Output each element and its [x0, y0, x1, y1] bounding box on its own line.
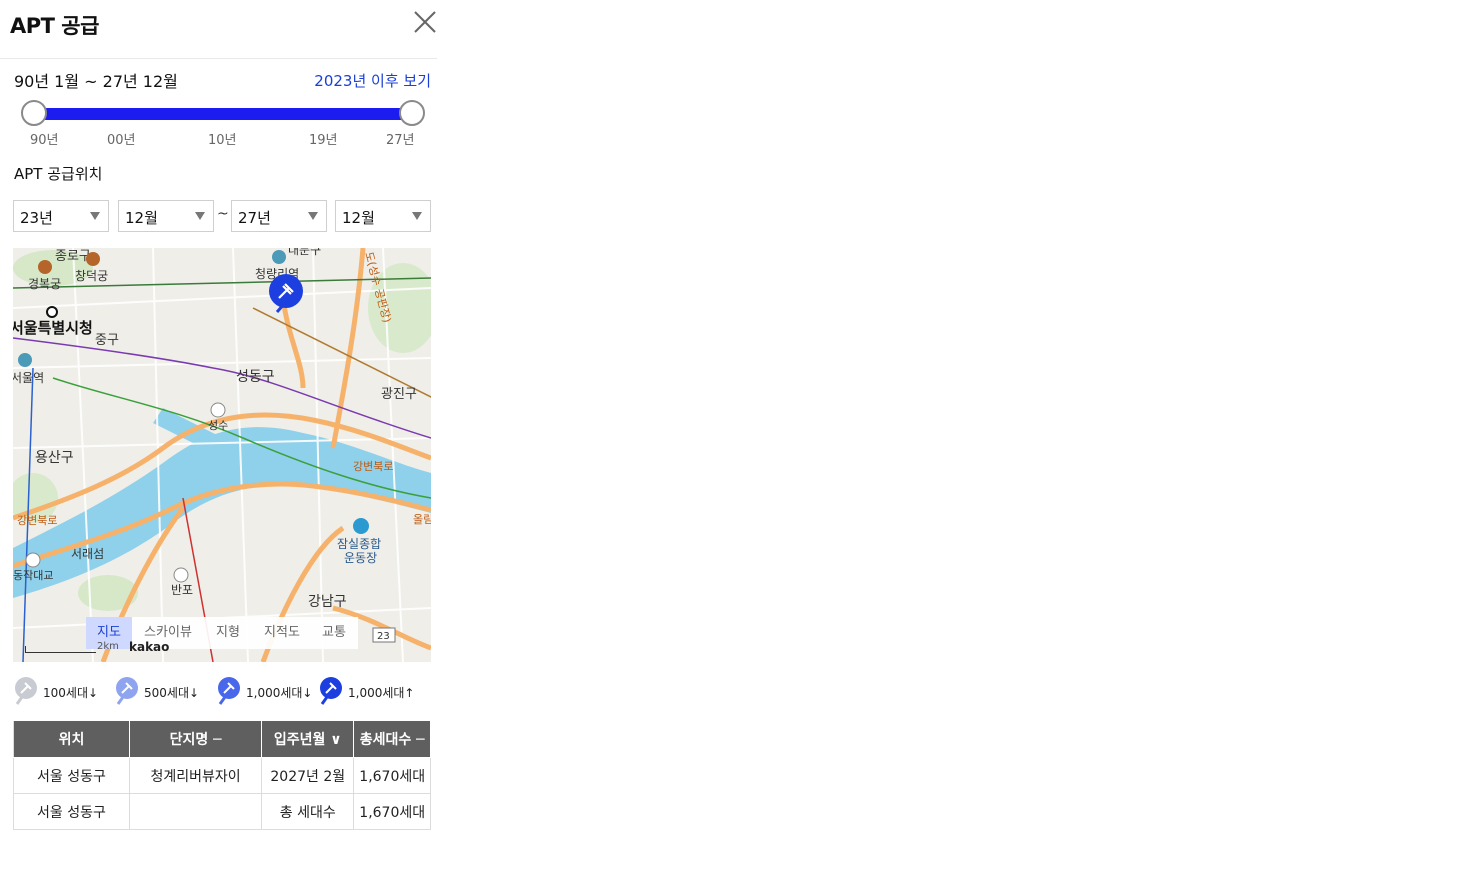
cell-location: 서울 성동구	[13, 757, 130, 794]
map-scale-label: 2km	[97, 641, 119, 652]
map-scale-bar	[25, 646, 96, 653]
cell-complex: 청계리버뷰자이	[128, 757, 263, 794]
map-label: 성동구	[236, 369, 275, 385]
map-label: 성수	[208, 419, 228, 432]
from-month-value: 12월	[125, 209, 158, 227]
dropdown-arrow-icon	[412, 212, 422, 220]
jc-icon	[210, 402, 226, 418]
table-row[interactable]: 서울 성동구 청계리버뷰자이 2027년 2월 1,670세대	[13, 757, 431, 794]
map-label: 운동장	[344, 551, 377, 565]
range-separator: ~	[217, 206, 229, 222]
map-label: 서래섬	[71, 547, 104, 561]
col-households-header[interactable]: 총세대수 ─	[353, 720, 431, 758]
map-label: 창덕궁	[75, 269, 108, 283]
col-movein-header[interactable]: 입주년월 ∨	[261, 720, 355, 758]
from-year-value: 23년	[20, 209, 53, 227]
cell-movein: 2027년 2월	[261, 757, 355, 794]
apt-supply-panel: APT 공급 90년 1월 ~ 27년 12월 2023년 이후 보기 90년 …	[0, 0, 437, 881]
slider-end-handle[interactable]	[399, 100, 425, 126]
map-label: 강남구	[308, 594, 347, 610]
table-header-row: 위치 단지명 ─ 입주년월 ∨ 총세대수 ─	[13, 720, 431, 758]
kakao-logo: kakao	[129, 640, 170, 654]
location-section-title: APT 공급위치	[14, 165, 103, 183]
poi-icon	[86, 252, 100, 266]
col-complex-header[interactable]: 단지명 ─	[128, 720, 263, 758]
map-label: 동작대교	[13, 569, 53, 582]
dropdown-arrow-icon	[90, 212, 100, 220]
slider-range-fill	[34, 108, 412, 120]
marker-icon	[320, 677, 342, 705]
map-label: 서울역	[13, 371, 44, 385]
period-slider[interactable]	[20, 99, 432, 131]
supply-table: 위치 단지명 ─ 입주년월 ∨ 총세대수 ─ 서울 성동구 청계리버뷰자이 20…	[13, 720, 431, 830]
to-month-value: 12월	[342, 209, 375, 227]
slider-tick: 90년	[30, 133, 59, 148]
cell-location: 서울 성동구	[13, 793, 130, 830]
marker-icon	[116, 677, 138, 705]
map-label: 강변북로	[353, 460, 393, 473]
period-range-label: 90년 1월 ~ 27년 12월	[14, 72, 178, 91]
station-icon	[18, 353, 32, 367]
dropdown-arrow-icon	[195, 212, 205, 220]
cell-complex	[128, 793, 263, 830]
panel-title: APT 공급	[10, 14, 99, 38]
legend-label: 100세대↓	[43, 686, 99, 700]
map-label: 올림	[413, 513, 431, 526]
map-label: 반포	[171, 583, 193, 597]
cityhall-icon	[46, 306, 58, 318]
slider-ticks: 90년 00년 10년 19년 27년	[0, 129, 437, 149]
close-icon[interactable]	[411, 8, 439, 36]
cell-households: 1,670세대	[353, 793, 431, 830]
from-month-select[interactable]: 12월	[118, 200, 214, 232]
to-year-value: 27년	[238, 209, 271, 227]
legend-label: 500세대↓	[144, 686, 200, 700]
slider-tick: 00년	[107, 133, 136, 148]
legend-label: 1,000세대↓	[246, 686, 313, 700]
supply-map[interactable]: 종로구 창덕궁 경복궁 서울특별시청 중구 서울역 성동구 광진구 성수 용산구…	[13, 248, 431, 662]
station-icon	[272, 250, 286, 264]
map-label: 경복궁	[28, 277, 61, 291]
cell-households: 1,670세대	[353, 757, 431, 794]
since-2023-link[interactable]: 2023년 이후 보기	[314, 70, 431, 91]
map-label: 광진구	[381, 387, 417, 402]
map-canvas: 종로구 창덕궁 경복궁 서울특별시청 중구 서울역 성동구 광진구 성수 용산구…	[13, 248, 431, 662]
marker-icon	[218, 677, 240, 705]
panel-header: APT 공급	[0, 0, 437, 59]
map-label: 서울특별시청	[13, 319, 93, 337]
map-label: 대문구	[288, 248, 321, 257]
jc-icon	[25, 552, 41, 568]
slider-tick: 27년	[386, 133, 415, 148]
legend-label: 1,000세대↑	[348, 686, 415, 700]
to-month-select[interactable]: 12월	[335, 200, 431, 232]
marker-legend: 100세대↓ 500세대↓ 1,000세대↓ 1,000세대↑	[13, 676, 433, 708]
map-tab-traffic[interactable]: 교통	[314, 617, 354, 649]
ic-icon	[173, 567, 189, 583]
cell-total-label: 총 세대수	[261, 793, 355, 830]
map-label: 중구	[95, 333, 119, 348]
map-tab-terrain[interactable]: 지형	[208, 617, 248, 649]
slider-tick: 19년	[309, 133, 338, 148]
route-number: 23	[377, 631, 390, 642]
col-location-header: 위치	[13, 720, 130, 758]
stadium-icon	[353, 518, 369, 534]
map-label: 강변북로	[17, 514, 57, 527]
map-label: 잠실종합	[337, 537, 381, 551]
map-tab-cadastral[interactable]: 지적도	[256, 617, 308, 649]
map-label: 용산구	[35, 450, 74, 466]
to-year-select[interactable]: 27년	[231, 200, 327, 232]
poi-icon	[38, 260, 52, 274]
marker-icon	[15, 677, 37, 705]
slider-tick: 10년	[208, 133, 237, 148]
dropdown-arrow-icon	[308, 212, 318, 220]
slider-start-handle[interactable]	[21, 100, 47, 126]
from-year-select[interactable]: 23년	[13, 200, 109, 232]
map-type-tabs: 지도 스카이뷰 지형 지적도 교통	[86, 617, 358, 649]
map-label: 종로구	[55, 249, 91, 264]
table-total-row: 서울 성동구 총 세대수 1,670세대	[13, 793, 431, 830]
